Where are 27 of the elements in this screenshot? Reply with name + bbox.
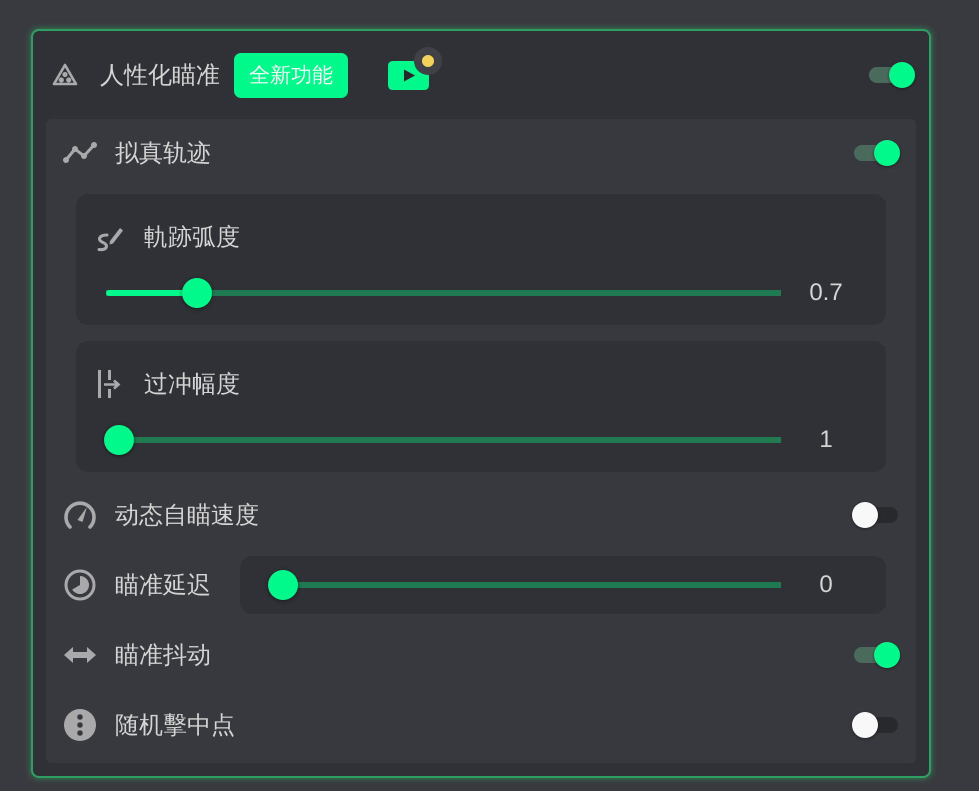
pie-chart-icon: [64, 569, 96, 601]
slider-value: 1: [818, 426, 834, 454]
overshoot-arrow-icon: [97, 369, 121, 399]
slider-value: 0.7: [808, 279, 844, 307]
setting-label: 拟真轨迹: [115, 138, 211, 169]
setting-label: 瞄准抖动: [115, 640, 211, 671]
feature-title: 人性化瞄准: [100, 60, 220, 91]
more-dots-icon: [64, 709, 96, 741]
double-arrow-icon: [63, 646, 97, 664]
new-feature-badge: 全新功能: [234, 52, 348, 98]
setting-label: 瞄准延迟: [115, 570, 211, 601]
toggle-switch[interactable]: [852, 712, 900, 738]
gauge-icon: [63, 499, 97, 531]
triangle-dots-icon: [52, 62, 78, 88]
slider-thumb[interactable]: [268, 570, 298, 600]
slider-thumb[interactable]: [182, 278, 212, 308]
toggle-switch[interactable]: [852, 642, 900, 668]
setting-label: 动态自瞄速度: [115, 500, 259, 531]
setting-label: 过冲幅度: [144, 369, 240, 400]
slider-value: 0: [818, 571, 834, 599]
toggle-switch[interactable]: [867, 62, 915, 88]
setting-label: 随机擊中点: [115, 710, 235, 741]
toggle-switch[interactable]: [852, 502, 900, 528]
trend-line-icon: [63, 142, 97, 164]
setting-label: 軌跡弧度: [144, 222, 240, 253]
slider-thumb[interactable]: [104, 425, 134, 455]
toggle-switch[interactable]: [852, 140, 900, 166]
